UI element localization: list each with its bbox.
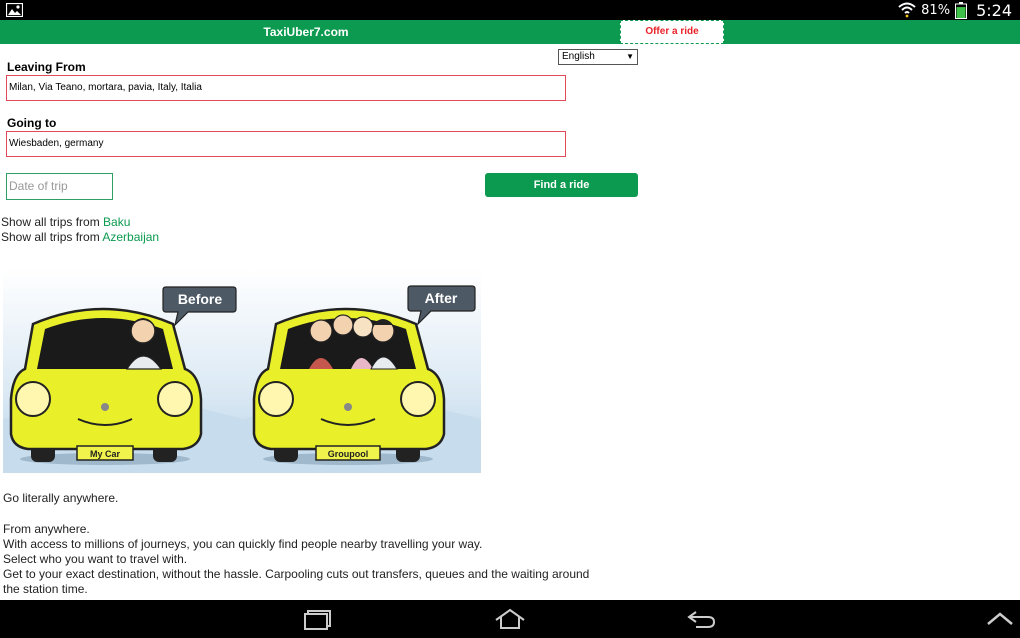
body-line: Select who you want to travel with. (3, 552, 188, 566)
body-line: With access to millions of journeys, you… (3, 537, 483, 551)
find-ride-button[interactable]: Find a ride (485, 173, 638, 197)
left-car: My Car (9, 307, 203, 465)
country-link[interactable]: Azerbaijan (102, 230, 159, 244)
plate-right-text: Groupool (328, 449, 369, 459)
language-select[interactable]: English ▼ (558, 49, 638, 65)
body-line: Get to your exact destination, without t… (3, 567, 590, 581)
wifi-icon (898, 2, 916, 18)
going-to-label: Going to (7, 116, 57, 130)
carpool-illustration: My Car Before Groupool After (3, 269, 481, 473)
dropdown-arrow-icon: ▼ (626, 52, 634, 61)
chevron-up-icon[interactable] (984, 608, 1016, 630)
after-label: After (425, 290, 458, 306)
site-title[interactable]: TaxiUber7.com (0, 20, 612, 44)
clock: 5:24 (976, 0, 1012, 20)
plate-left-text: My Car (90, 449, 121, 459)
body-line: From anywhere. (3, 522, 90, 536)
offer-ride-button[interactable]: Offer a ride (620, 20, 724, 44)
right-car: Groupool (252, 307, 446, 465)
battery-percent: 81% (921, 2, 951, 18)
trips-prefix: Show all trips from (1, 230, 103, 244)
date-of-trip-input[interactable]: Date of trip (6, 173, 113, 200)
trips-prefix: Show all trips from (1, 215, 104, 229)
home-icon[interactable] (494, 608, 526, 630)
battery-icon (955, 1, 968, 19)
before-label: Before (178, 291, 223, 307)
leaving-from-label: Leaving From (7, 60, 86, 74)
tagline: Go literally anywhere. (3, 491, 119, 505)
trips-from-country-line: Show all trips from Azerbaijan (1, 230, 159, 244)
body-line: the station time. (3, 582, 88, 596)
city-link[interactable]: Baku (103, 215, 130, 229)
navigation-bar (0, 600, 1020, 638)
leaving-from-input[interactable]: Milan, Via Teano, mortara, pavia, Italy,… (6, 75, 566, 101)
going-to-input[interactable]: Wiesbaden, germany (6, 131, 566, 157)
status-bar: 81% 5:24 (0, 0, 1020, 20)
trips-from-city-line: Show all trips from Baku (1, 215, 130, 229)
language-value: English (562, 51, 595, 62)
site-header: TaxiUber7.com Offer a ride (0, 20, 1020, 44)
image-icon (6, 3, 23, 17)
recent-apps-icon[interactable] (302, 608, 334, 630)
back-icon[interactable] (686, 608, 718, 630)
